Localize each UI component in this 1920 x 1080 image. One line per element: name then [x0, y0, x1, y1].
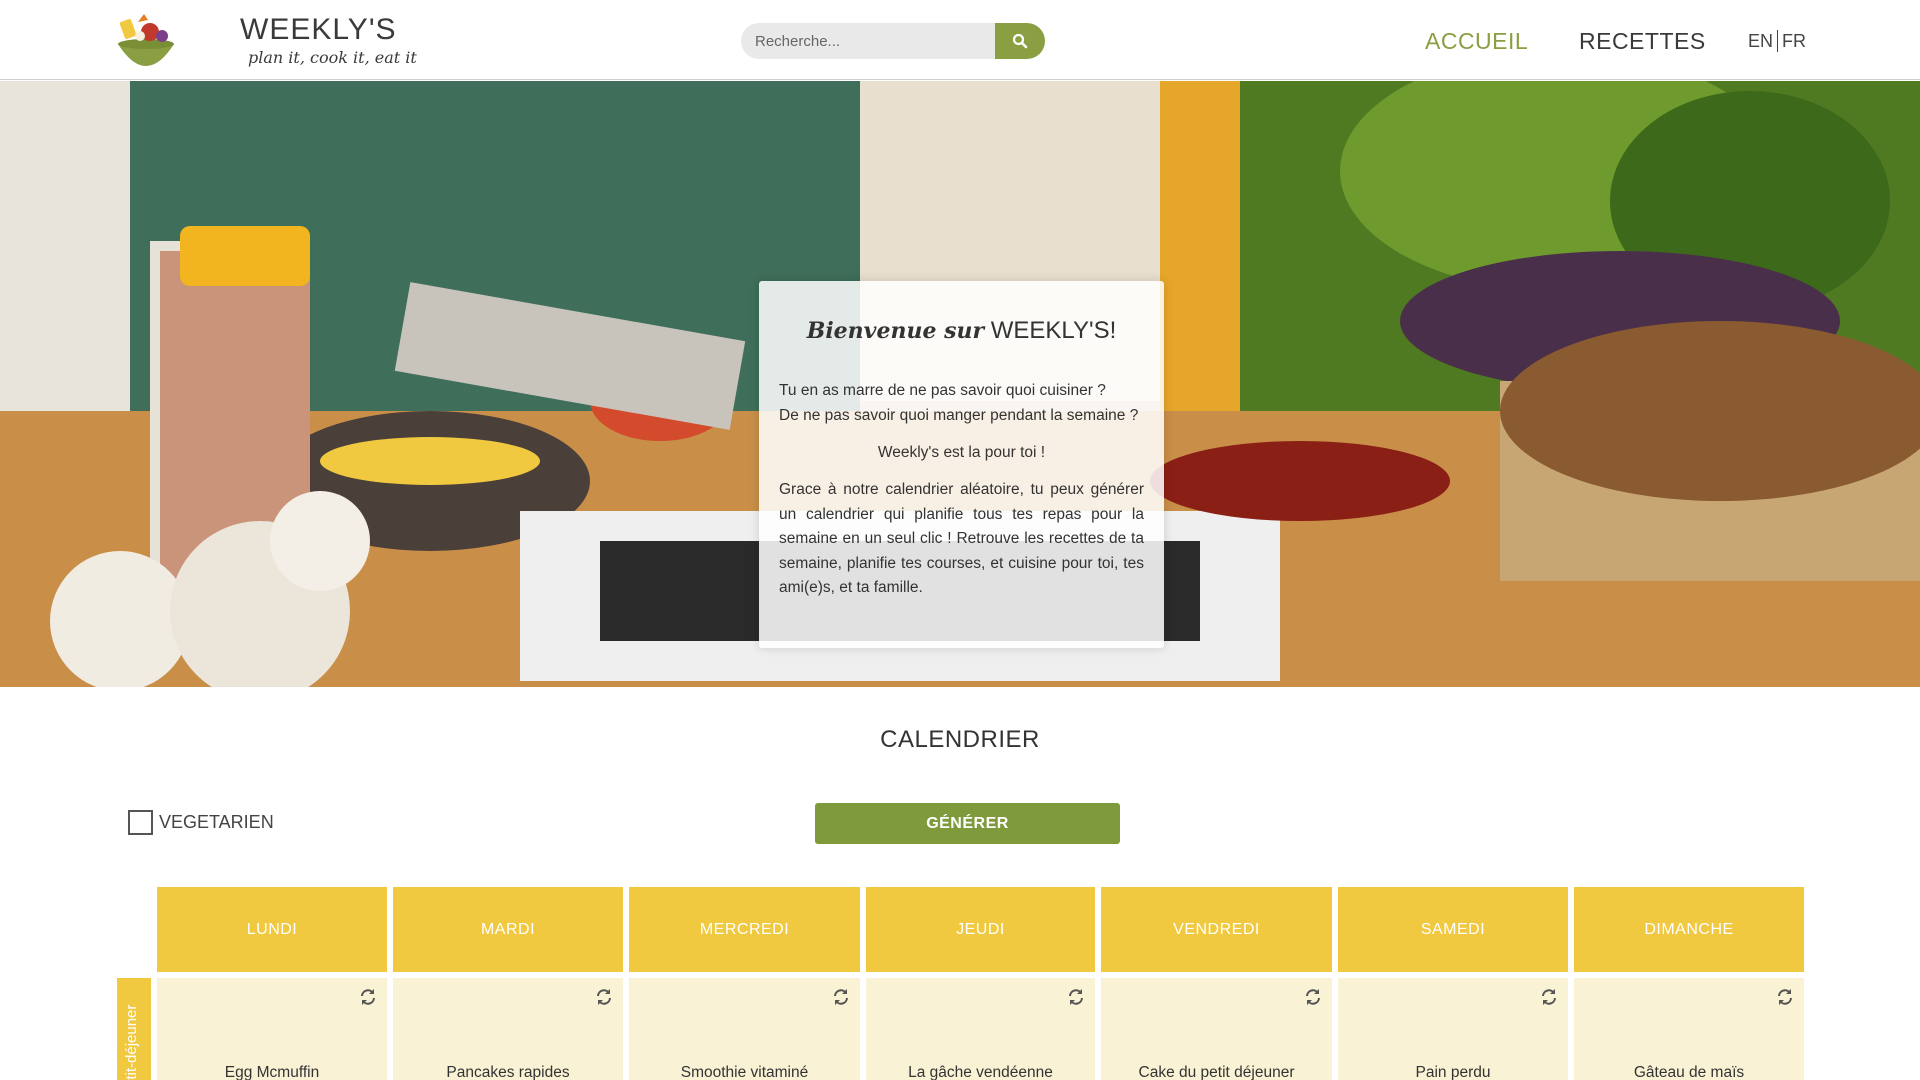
meal-name[interactable]: Gâteau de maïs — [1574, 1064, 1804, 1080]
meal-name[interactable]: Egg Mcmuffin — [157, 1064, 387, 1080]
welcome-title-brand: WEEKLY'S! — [990, 317, 1117, 344]
welcome-title: Bienvenue sur WEEKLY'S! — [779, 317, 1144, 345]
hero-banner: Bienvenue sur WEEKLY'S! Tu en as marre d… — [0, 81, 1920, 687]
meal-name[interactable]: Cake du petit déjeuner — [1101, 1064, 1332, 1080]
vegetarian-label[interactable]: VEGETARIEN — [159, 812, 274, 833]
welcome-title-script: Bienvenue sur — [806, 318, 985, 344]
day-header-mardi: MARDI — [393, 887, 623, 972]
meal-cell[interactable]: Gâteau de maïs — [1574, 978, 1804, 1080]
site-header: WEEKLY'S plan it, cook it, eat it ACCUEI… — [0, 0, 1920, 80]
row-label-text: Petit-déjeuner — [123, 1004, 140, 1080]
lang-en[interactable]: EN — [1748, 31, 1773, 52]
vegetarian-option[interactable]: VEGETARIEN — [128, 810, 274, 835]
refresh-icon[interactable] — [1067, 988, 1085, 1006]
nav-recettes[interactable]: RECETTES — [1579, 28, 1706, 55]
welcome-line-1: Tu en as marre de ne pas savoir quoi cui… — [779, 382, 1106, 399]
meal-cell[interactable]: Egg Mcmuffin — [157, 978, 387, 1080]
refresh-icon[interactable] — [1540, 988, 1558, 1006]
meal-name[interactable]: La gâche vendéenne — [866, 1064, 1095, 1080]
welcome-tagline: Weekly's est la pour toi ! — [877, 444, 1046, 461]
search-input[interactable] — [741, 23, 995, 59]
generate-button[interactable]: GÉNÉRER — [815, 803, 1120, 844]
day-header-mercredi: MERCREDI — [629, 887, 860, 972]
search-bar — [741, 23, 1045, 59]
calendar-title: CALENDRIER — [880, 726, 1040, 753]
refresh-icon[interactable] — [832, 988, 850, 1006]
search-button[interactable] — [995, 23, 1045, 59]
refresh-icon[interactable] — [1304, 988, 1322, 1006]
meal-name[interactable]: Pain perdu — [1338, 1064, 1568, 1080]
meal-cell[interactable]: Pancakes rapides — [393, 978, 623, 1080]
meal-cell[interactable]: Cake du petit déjeuner — [1101, 978, 1332, 1080]
refresh-icon[interactable] — [595, 988, 613, 1006]
lang-fr[interactable]: FR — [1782, 31, 1806, 52]
refresh-icon[interactable] — [359, 988, 377, 1006]
welcome-line-2: De ne pas savoir quoi manger pendant la … — [779, 406, 1139, 424]
day-header-lundi: LUNDI — [157, 887, 387, 972]
logo-bowl-icon[interactable] — [110, 10, 182, 78]
brand-name: WEEKLY'S — [240, 13, 397, 46]
brand[interactable]: WEEKLY'S plan it, cook it, eat it — [240, 13, 417, 68]
language-switcher: EN FR — [1748, 30, 1806, 52]
lang-divider — [1777, 30, 1779, 52]
nav-accueil[interactable]: ACCUEIL — [1425, 28, 1528, 55]
search-icon — [1012, 33, 1028, 49]
meal-cell[interactable]: Pain perdu — [1338, 978, 1568, 1080]
meal-cell[interactable]: La gâche vendéenne — [866, 978, 1095, 1080]
brand-tagline: plan it, cook it, eat it — [248, 48, 417, 67]
refresh-icon[interactable] — [1776, 988, 1794, 1006]
day-header-dimanche: DIMANCHE — [1574, 887, 1804, 972]
row-label-breakfast: Petit-déjeuner — [117, 978, 151, 1080]
day-header-jeudi: JEUDI — [866, 887, 1095, 972]
welcome-card: Bienvenue sur WEEKLY'S! Tu en as marre d… — [759, 281, 1164, 648]
day-header-samedi: SAMEDI — [1338, 887, 1568, 972]
vegetarian-checkbox[interactable] — [128, 810, 153, 835]
meal-cell[interactable]: Smoothie vitaminé — [629, 978, 860, 1080]
welcome-paragraph: Grace à notre calendrier aléatoire, tu p… — [779, 481, 1144, 596]
day-header-vendredi: VENDREDI — [1101, 887, 1332, 972]
meal-name[interactable]: Smoothie vitaminé — [629, 1064, 860, 1080]
meal-name[interactable]: Pancakes rapides — [393, 1064, 623, 1080]
